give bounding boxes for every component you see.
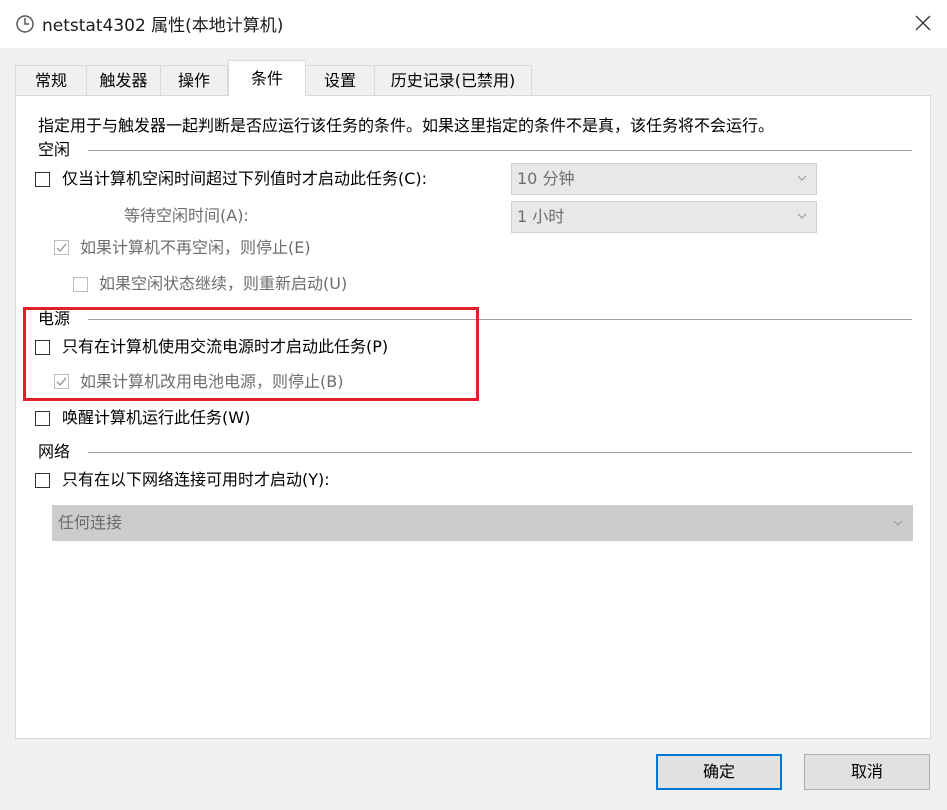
wait-idle-label: 等待空闲时间(A): [124, 206, 249, 225]
wait-idle-select[interactable]: 1 小时 [511, 201, 817, 233]
tab-history[interactable]: 历史记录(已禁用) [374, 65, 532, 95]
restart-if-idle-label: 如果空闲状态继续，则重新启动(U) [99, 274, 348, 293]
idle-separator [88, 150, 912, 151]
chevron-down-icon [893, 520, 903, 526]
tab-triggers[interactable]: 触发器 [86, 65, 161, 95]
chevron-down-icon [797, 175, 807, 181]
highlight-box [23, 307, 479, 401]
restart-if-idle-checkbox[interactable] [73, 277, 88, 292]
idle-group-label: 空闲 [38, 139, 75, 161]
ok-button[interactable]: 确定 [656, 754, 782, 790]
tab-actions[interactable]: 操作 [160, 65, 228, 95]
wait-idle-value: 1 小时 [517, 207, 565, 226]
network-connection-value: 任何连接 [58, 513, 123, 532]
network-group-label: 网络 [38, 441, 75, 463]
check-icon [56, 243, 67, 253]
tab-settings[interactable]: 设置 [305, 65, 375, 95]
idle-duration-select[interactable]: 10 分钟 [511, 163, 817, 195]
network-separator [88, 452, 912, 453]
close-icon [915, 15, 931, 31]
tab-conditions[interactable]: 条件 [228, 60, 306, 96]
network-only-label: 只有在以下网络连接可用时才启动(Y): [62, 470, 330, 489]
tab-general[interactable]: 常规 [15, 65, 87, 95]
close-button[interactable] [901, 0, 947, 48]
wake-checkbox[interactable] [35, 411, 50, 426]
start-if-idle-label: 仅当计算机空闲时间超过下列值时才启动此任务(C): [62, 169, 428, 188]
clock-icon [15, 14, 35, 34]
network-only-checkbox[interactable] [35, 473, 50, 488]
stop-if-not-idle-label: 如果计算机不再空闲，则停止(E) [80, 238, 311, 257]
description-text: 指定用于与触发器一起判断是否应运行该任务的条件。如果这里指定的条件不是真，该任务… [38, 116, 775, 135]
cancel-button[interactable]: 取消 [804, 754, 930, 790]
start-if-idle-checkbox[interactable] [35, 172, 50, 187]
idle-duration-value: 10 分钟 [517, 169, 575, 188]
network-connection-select[interactable]: 任何连接 [52, 505, 913, 541]
window-title: netstat4302 属性(本地计算机) [42, 16, 284, 36]
title-bar: netstat4302 属性(本地计算机) [0, 0, 947, 48]
stop-if-not-idle-checkbox[interactable] [54, 240, 69, 255]
chevron-down-icon [797, 213, 807, 219]
wake-label: 唤醒计算机运行此任务(W) [62, 408, 251, 427]
